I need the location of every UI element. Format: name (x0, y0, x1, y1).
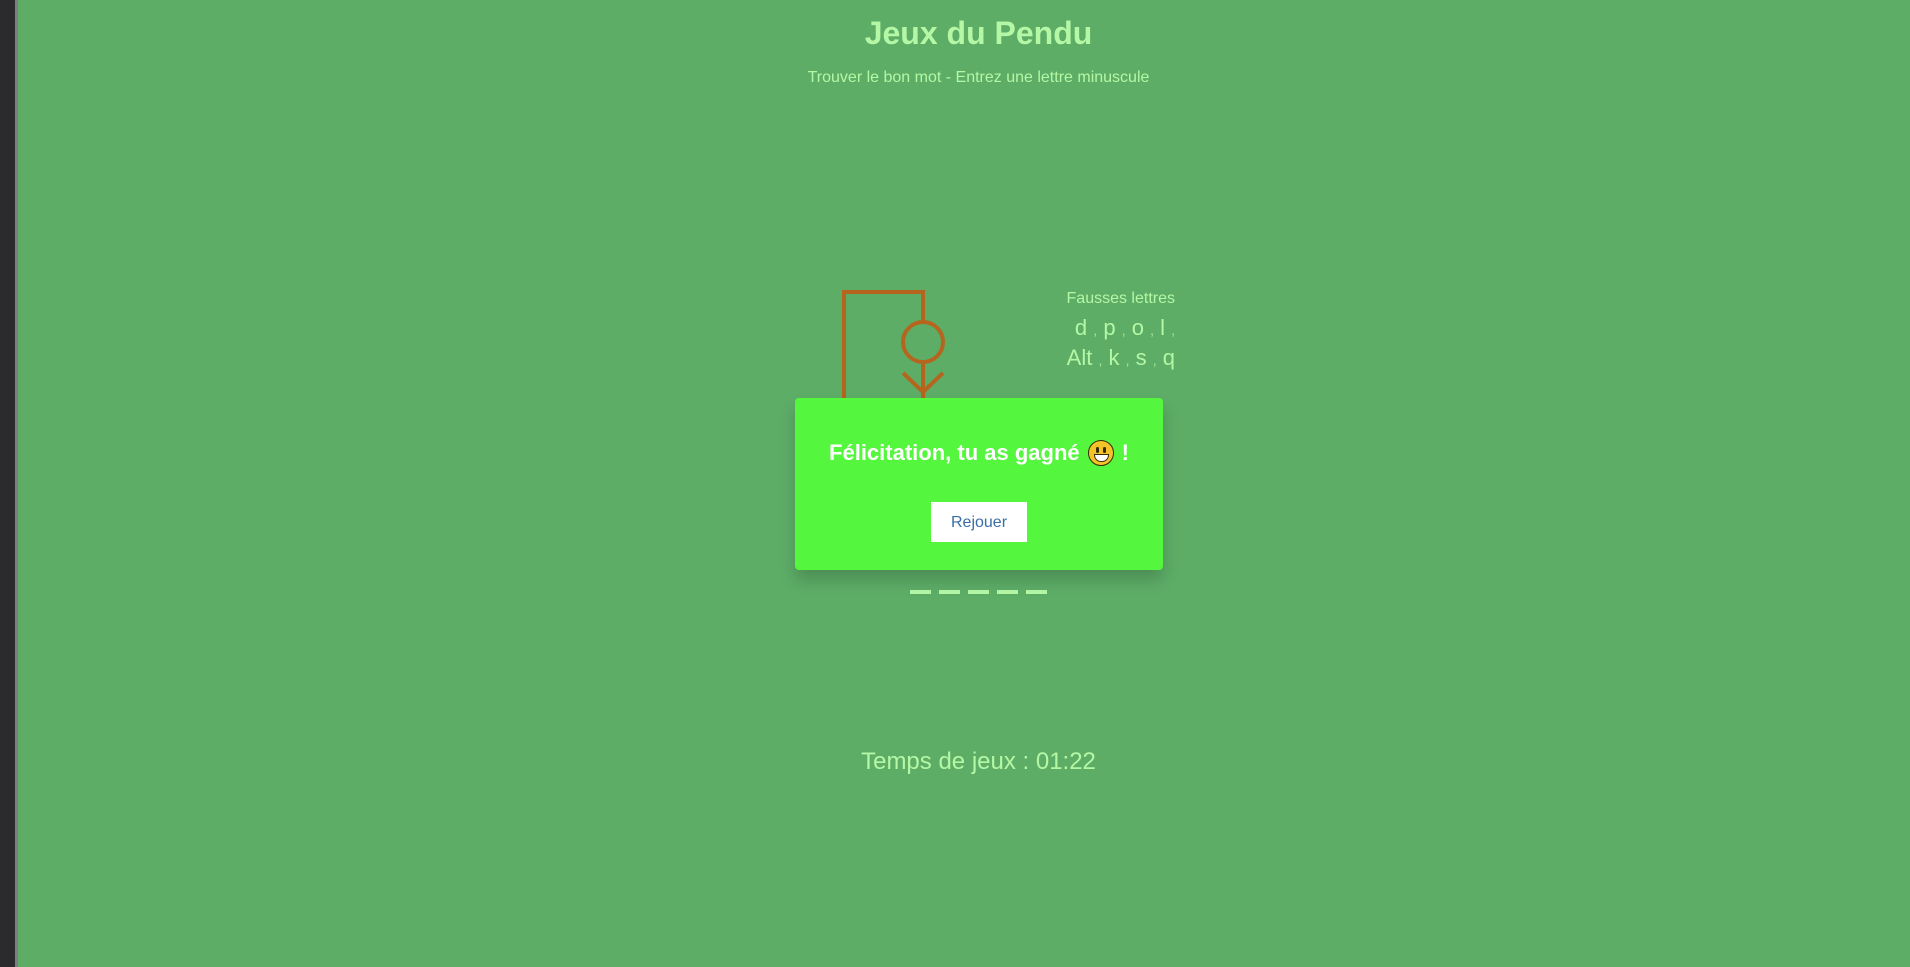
win-message-suffix: ! (1121, 440, 1129, 465)
wrong-letter: p (1103, 315, 1116, 340)
wrong-letter-separator: , (1098, 352, 1103, 368)
hangman-right-arm (921, 371, 945, 394)
game-timer: Temps de jeux : 01:22 (861, 748, 1096, 775)
wrong-letter-separator: , (1125, 352, 1130, 368)
wrong-letters-label: Fausses lettres (1066, 290, 1175, 307)
window-edge-line (15, 0, 18, 967)
wrong-letter-separator: , (1121, 322, 1126, 338)
wrong-letter-separator: , (1093, 322, 1098, 338)
wrong-letter-separator: , (1150, 322, 1154, 338)
grinning-face-icon (1087, 440, 1114, 466)
wrong-letters-panel: Fausses lettres d , p , o , l , Alt , k … (1040, 290, 1175, 374)
wrong-letter: Alt (1066, 345, 1093, 370)
page-subtitle: Trouver le bon mot - Entrez une lettre m… (807, 69, 1150, 86)
win-message: Félicitation, tu as gagné ! (795, 440, 1163, 466)
wrong-letter-separator: , (1152, 352, 1157, 368)
wrong-letters-line-2: Alt , k , s , q (1040, 344, 1175, 374)
window-edge (0, 0, 18, 967)
wrong-letter: d (1074, 315, 1088, 340)
hangman-figure (842, 290, 945, 400)
hangman-head (901, 320, 945, 364)
win-message-text: Félicitation, tu as gagné (829, 440, 1080, 465)
wrong-letter: k (1108, 345, 1120, 370)
wrong-letter: o (1131, 315, 1144, 340)
wrong-letter-separator: , (1171, 322, 1175, 338)
wrong-letter: s (1135, 345, 1147, 370)
page-title: Jeux du Pendu (864, 15, 1093, 51)
replay-button[interactable]: Rejouer (931, 502, 1027, 542)
win-popup: Félicitation, tu as gagné ! Rejouer (795, 398, 1163, 570)
wrong-letter: l (1160, 315, 1165, 340)
wrong-letter: q (1162, 345, 1175, 370)
wrong-letters-line-1: d , p , o , l , (1040, 314, 1175, 344)
hangman-left-arm (901, 371, 925, 394)
